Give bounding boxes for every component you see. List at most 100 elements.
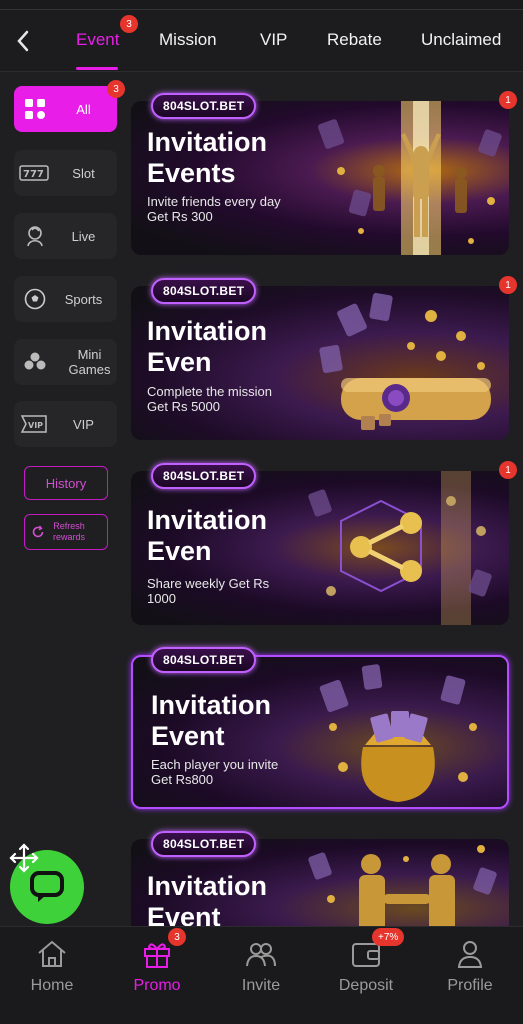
brand-logo: 804SLOT.BET: [151, 93, 257, 119]
slot-777-icon: 777: [18, 160, 50, 186]
refresh-label-line-1: Refresh: [53, 521, 85, 531]
promo-subtitle-line-1: Invite friends every day: [147, 194, 281, 209]
sidebar-item-slot[interactable]: 777 Slot: [14, 150, 117, 196]
promo-card[interactable]: 804SLOT.BET Invitation Event Each player …: [131, 647, 509, 809]
tab-unclaimed[interactable]: Unclaimed: [421, 30, 501, 50]
promo-card[interactable]: 804SLOT.BET Invitation Event: [131, 831, 509, 932]
people-icon: [244, 937, 278, 971]
promo-subtitle-line-1: Complete the mission: [147, 384, 272, 399]
promo-title-line-1: Invitation: [151, 690, 271, 720]
refresh-rewards-button[interactable]: Refresh rewards: [24, 514, 108, 550]
nav-deposit-badge: +7%: [372, 928, 405, 946]
svg-text:VIP: VIP: [28, 421, 43, 430]
drag-move-icon[interactable]: [8, 842, 40, 874]
promo-subtitle-line-1: Each player you invite: [151, 757, 279, 772]
brand-logo: 804SLOT.BET: [151, 463, 257, 489]
brand-logo: 804SLOT.BET: [151, 831, 257, 857]
promo-title-line-2: Event: [151, 721, 225, 751]
nav-label: Deposit: [338, 977, 394, 994]
sidebar-item-all[interactable]: All: [14, 86, 117, 132]
promo-title-line-1: Invitation: [147, 871, 267, 901]
promo-subtitle-line-2: Get Rs800: [151, 772, 214, 787]
promo-subtitle-line-2: 1000: [147, 591, 176, 606]
promo-title: Invitation Even: [147, 316, 267, 378]
tab-label: VIP: [260, 30, 288, 49]
sidebar-item-label: VIP: [73, 416, 94, 432]
live-dealer-icon: [22, 223, 48, 249]
nav-deposit[interactable]: Deposit: [321, 937, 411, 1007]
nav-profile[interactable]: Profile: [425, 937, 515, 1007]
tab-event-badge: 3: [120, 15, 138, 33]
tab-label: Rebate: [327, 30, 382, 49]
promo-card[interactable]: 804SLOT.BET Invitation Even Complete the …: [131, 276, 517, 440]
brand-logo: 804SLOT.BET: [151, 647, 257, 673]
vip-icon: VIP: [18, 411, 50, 437]
person-icon: [453, 937, 487, 971]
promo-title: Invitation Events: [147, 127, 267, 189]
promo-title-line-1: Invitation: [147, 505, 267, 535]
tab-event[interactable]: Event: [76, 30, 119, 50]
svg-text:777: 777: [23, 169, 44, 180]
tab-label: Mission: [159, 30, 217, 49]
sidebar-item-label: Live: [71, 228, 96, 244]
promo-subtitle-line-2: Get Rs 5000: [147, 399, 220, 414]
tab-label: Event: [76, 30, 120, 49]
bottom-nav-bar: Home Promo 3 Invite Deposit +7% Profile: [0, 926, 523, 1024]
nav-home[interactable]: Home: [7, 937, 97, 1007]
promo-subtitle: Complete the mission Get Rs 5000: [147, 384, 272, 414]
promo-subtitle: Share weekly Get Rs 1000: [147, 576, 269, 606]
sidebar-item-label: Slot: [72, 165, 95, 181]
promo-title-line-2: Events: [147, 158, 236, 188]
tab-mission[interactable]: Mission: [159, 30, 217, 50]
nav-promo-badge: 3: [168, 928, 186, 946]
promo-subtitle: Invite friends every day Get Rs 300: [147, 194, 281, 224]
promo-title: Invitation Event: [147, 871, 267, 933]
promo-title: Invitation Even: [147, 505, 267, 567]
promo-title-line-1: Invitation: [147, 127, 267, 157]
grid-icon: [22, 96, 48, 122]
promo-subtitle-line-2: Get Rs 300: [147, 209, 213, 224]
active-tab-indicator: [76, 67, 118, 70]
sidebar-item-live[interactable]: Live: [14, 213, 117, 259]
sidebar-item-sports[interactable]: Sports: [14, 276, 117, 322]
nav-invite[interactable]: Invite: [216, 937, 306, 1007]
promo-title-line-2: Even: [147, 347, 212, 377]
tab-rebate[interactable]: Rebate: [327, 30, 382, 50]
sidebar-item-mini-games[interactable]: Mini Games: [14, 339, 117, 385]
promo-subtitle: Each player you invite Get Rs800: [151, 757, 278, 787]
sidebar-all-badge: 3: [107, 80, 125, 98]
history-button[interactable]: History: [24, 466, 108, 500]
mini-games-icon: [22, 349, 48, 375]
promo-title-line-1: Invitation: [147, 316, 267, 346]
promo-badge: 1: [499, 461, 517, 479]
promo-title: Invitation Event: [151, 690, 271, 752]
promo-title-line-2: Even: [147, 536, 212, 566]
sidebar-item-label: All: [76, 101, 91, 117]
chevron-left-icon: [17, 30, 29, 52]
refresh-label-line-2: rewards: [53, 532, 86, 542]
promo-badge: 1: [499, 276, 517, 294]
back-button[interactable]: [10, 28, 36, 54]
brand-logo: 804SLOT.BET: [151, 278, 257, 304]
soccer-ball-icon: [22, 286, 48, 312]
promo-subtitle-line-1: Share weekly Get Rs: [147, 576, 270, 591]
chat-bubble-icon: [30, 871, 64, 902]
nav-label: Promo: [133, 977, 181, 994]
history-label: History: [45, 475, 87, 491]
tab-vip[interactable]: VIP: [260, 30, 287, 50]
top-tab-bar: Event 3 Mission VIP Rebate Unclaimed: [0, 10, 523, 72]
nav-label: Home: [30, 977, 74, 994]
tab-label: Unclaimed: [421, 30, 502, 49]
home-icon: [35, 937, 69, 971]
promo-card[interactable]: 804SLOT.BET Invitation Events Invite frie…: [131, 91, 517, 255]
sidebar-item-label: Sports: [64, 291, 103, 307]
refresh-icon: [32, 525, 44, 538]
nav-label: Profile: [447, 977, 493, 994]
sidebar-item-vip[interactable]: VIP VIP: [14, 401, 117, 447]
sidebar-item-label: Mini Games: [68, 347, 111, 377]
promo-badge: 1: [499, 91, 517, 109]
status-bar: [0, 0, 523, 10]
nav-label: Invite: [241, 977, 281, 994]
promo-card[interactable]: 804SLOT.BET Invitation Even Share weekly …: [131, 461, 517, 625]
nav-promo[interactable]: Promo: [112, 937, 202, 1007]
